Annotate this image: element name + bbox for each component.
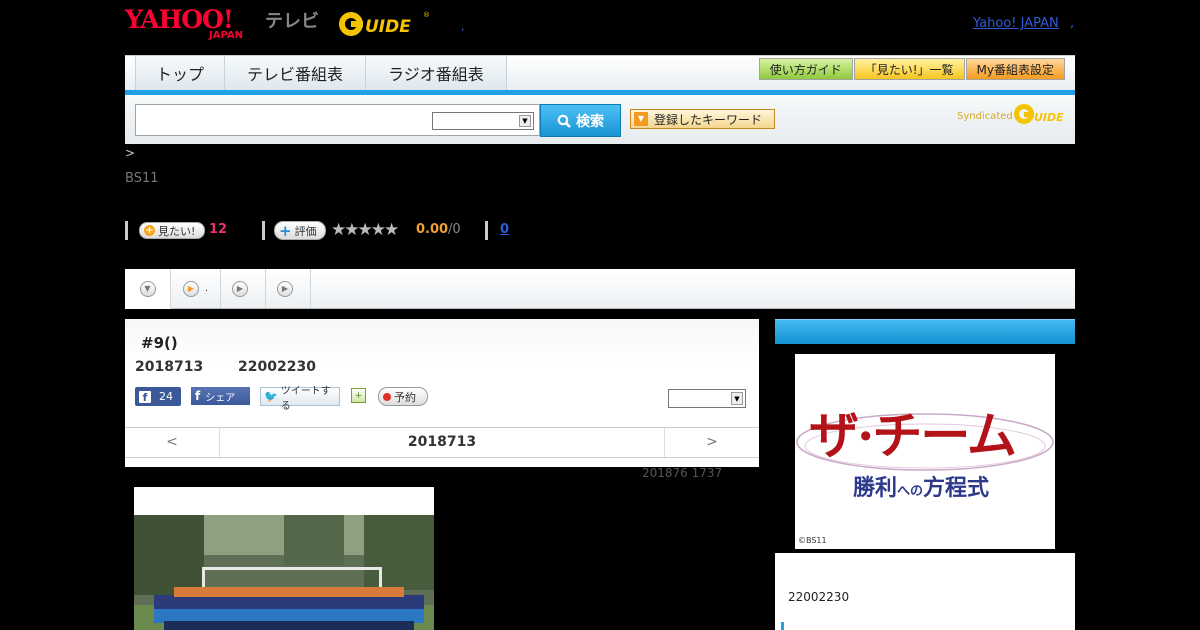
nav-tabs: トップ テレビ番組表 ラジオ番組表	[135, 56, 507, 90]
poster-subtitle-part: への	[897, 484, 924, 499]
reserve-button[interactable]: 予約	[378, 387, 428, 406]
facebook-icon: f	[139, 390, 151, 404]
usage-guide-button[interactable]: 使い方ガイド	[758, 58, 853, 80]
chevron-down-icon: ▼	[519, 115, 531, 127]
search-button[interactable]: 検索	[540, 104, 621, 137]
header-separator: ,	[461, 20, 465, 33]
tv-logo-text[interactable]: テレビ	[265, 7, 319, 33]
rate-label: 評価	[294, 224, 317, 238]
current-date-label: 2018713	[407, 434, 477, 450]
yahoo-japan-logo[interactable]: YAHOO! JAPAN	[125, 6, 243, 42]
facebook-share-button[interactable]: f シェア	[191, 387, 250, 405]
saved-keywords-label: 登録したキーワード	[654, 112, 763, 127]
header-link-separator: ,	[1070, 16, 1075, 31]
gguide-small-logo-icon: UIDE	[1014, 104, 1064, 124]
sidebar-time: 22002230	[788, 590, 850, 604]
tweet-label: ツイートする	[280, 385, 331, 412]
tab-tv-guide[interactable]: テレビ番組表	[225, 56, 367, 90]
team-photo-image[interactable]	[134, 515, 434, 630]
poster-credit: ©BS11	[798, 536, 827, 545]
svg-text:UIDE: UIDE	[365, 17, 411, 37]
program-stats: + 見たい! 12 + 評価 ★★★★★ 0.00 /0 0	[125, 220, 1075, 242]
chevron-down-icon: ▼	[139, 280, 156, 297]
next-day-button[interactable]: >	[664, 428, 759, 457]
record-dot-icon	[383, 392, 391, 401]
rating-score: 0.00	[416, 222, 449, 237]
tab-radio-guide[interactable]: ラジオ番組表	[366, 56, 507, 90]
twitter-bird-icon: 🐦	[264, 390, 278, 403]
syndicated-label: Syndicated	[957, 111, 1013, 122]
breadcrumb[interactable]: >	[125, 146, 135, 160]
japan-logo-text: JAPAN	[209, 30, 243, 41]
want-to-watch-count: 12	[209, 222, 228, 237]
sidebar: ザ·チーム 勝利への方程式 ©BS11 22002230	[775, 319, 1075, 630]
search-button-label: 検索	[576, 113, 604, 130]
program-title: #9()	[141, 334, 178, 352]
program-photo-frame	[134, 487, 434, 630]
rating-stars: ★★★★★	[331, 220, 399, 240]
program-poster[interactable]: ザ·チーム 勝利への方程式 ©BS11	[795, 354, 1055, 549]
subtab-1[interactable]: ▶ .	[171, 269, 221, 308]
program-panel: #9() 2018713 22002230 f 24 f シェア 🐦 ツイートす…	[125, 319, 759, 467]
channel-name[interactable]: BS11	[125, 171, 158, 186]
search-icon	[557, 114, 571, 128]
facebook-share-label: シェア	[205, 392, 236, 404]
program-date: 2018713	[135, 359, 204, 375]
program-time: 22002230	[238, 359, 316, 375]
divider	[125, 221, 128, 240]
divider	[485, 221, 488, 240]
dropdown-arrow-icon: ▼	[634, 112, 648, 126]
rating-count: /0	[448, 222, 461, 237]
subtab-2[interactable]: ▶	[221, 269, 266, 308]
poster-title: ザ·チーム	[809, 406, 1017, 465]
facebook-icon: f	[195, 389, 201, 403]
poster-subtitle: 勝利への方程式	[853, 470, 989, 502]
calendar-add-icon[interactable]: +	[351, 388, 366, 403]
play-icon: ▶	[232, 280, 248, 297]
want-to-watch-label: 見たい!	[158, 224, 196, 238]
subtab-overview[interactable]: ▼	[125, 269, 171, 309]
chevron-down-icon: ▼	[731, 392, 743, 405]
last-updated: 201876 1737	[642, 466, 723, 480]
facebook-like-button[interactable]: f 24	[135, 387, 181, 406]
search-bar: ▼ 検索 ▼ 登録したキーワード Syndicated UIDE	[125, 95, 1075, 144]
saved-keywords-button[interactable]: ▼ 登録したキーワード	[630, 109, 775, 129]
program-subnav: ▼ ▶ . ▶ ▶	[125, 269, 1075, 309]
gguide-logo-icon[interactable]: UIDE ®	[335, 8, 433, 40]
want-to-watch-button[interactable]: + 見たい!	[139, 222, 205, 239]
sidebar-header	[775, 319, 1075, 344]
play-icon: ▶	[277, 280, 293, 297]
review-count-link[interactable]: 0	[500, 222, 509, 237]
plus-icon: +	[279, 221, 292, 240]
main-nav: トップ テレビ番組表 ラジオ番組表 使い方ガイド 「見たい!」一覧 My番組表設…	[125, 55, 1075, 91]
subtab-label: .	[204, 283, 209, 294]
previous-day-button[interactable]: <	[125, 428, 220, 457]
tweet-button[interactable]: 🐦 ツイートする	[260, 386, 340, 412]
plus-icon: +	[144, 225, 155, 236]
my-guide-settings-button[interactable]: My番組表設定	[965, 58, 1065, 80]
search-genre-select[interactable]: ▼	[432, 112, 534, 130]
svg-text:UIDE: UIDE	[1034, 111, 1064, 124]
program-select[interactable]: ▼	[668, 389, 746, 408]
date-navigation: < 2018713 >	[125, 427, 759, 458]
rate-button[interactable]: + 評価	[274, 221, 326, 240]
play-icon: ▶	[182, 280, 199, 297]
sidebar-divider	[781, 622, 784, 630]
tab-top[interactable]: トップ	[136, 56, 226, 90]
svg-text:®: ®	[423, 11, 430, 19]
page: YAHOO! JAPAN テレビ UIDE ® , Yahoo! JAPAN ,…	[125, 0, 1075, 630]
facebook-like-count: 24	[159, 390, 173, 403]
watchlist-button[interactable]: 「見たい!」一覧	[853, 58, 965, 80]
subtab-3[interactable]: ▶	[266, 269, 311, 308]
divider	[262, 221, 265, 240]
nav-right-buttons: 使い方ガイド 「見たい!」一覧 My番組表設定	[758, 58, 1065, 80]
yahoo-japan-link[interactable]: Yahoo! JAPAN	[973, 16, 1059, 31]
reserve-label: 予約	[394, 390, 416, 404]
poster-subtitle-part: 方程式	[923, 475, 990, 501]
poster-subtitle-part: 勝利	[853, 475, 898, 501]
